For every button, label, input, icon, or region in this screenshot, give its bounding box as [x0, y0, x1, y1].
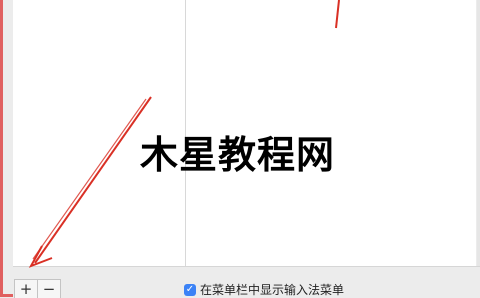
remove-button[interactable]: −	[37, 280, 60, 298]
show-input-menu-label: 在菜单栏中显示输入法菜单	[200, 283, 345, 297]
add-remove-group: + −	[14, 279, 61, 298]
show-input-menu-checkbox[interactable]: ✓	[184, 283, 196, 296]
show-input-menu-option[interactable]: ✓ 在菜单栏中显示输入法菜单	[184, 281, 344, 298]
watermark-text: 木星教程网	[140, 133, 336, 177]
add-button[interactable]: +	[15, 280, 37, 298]
